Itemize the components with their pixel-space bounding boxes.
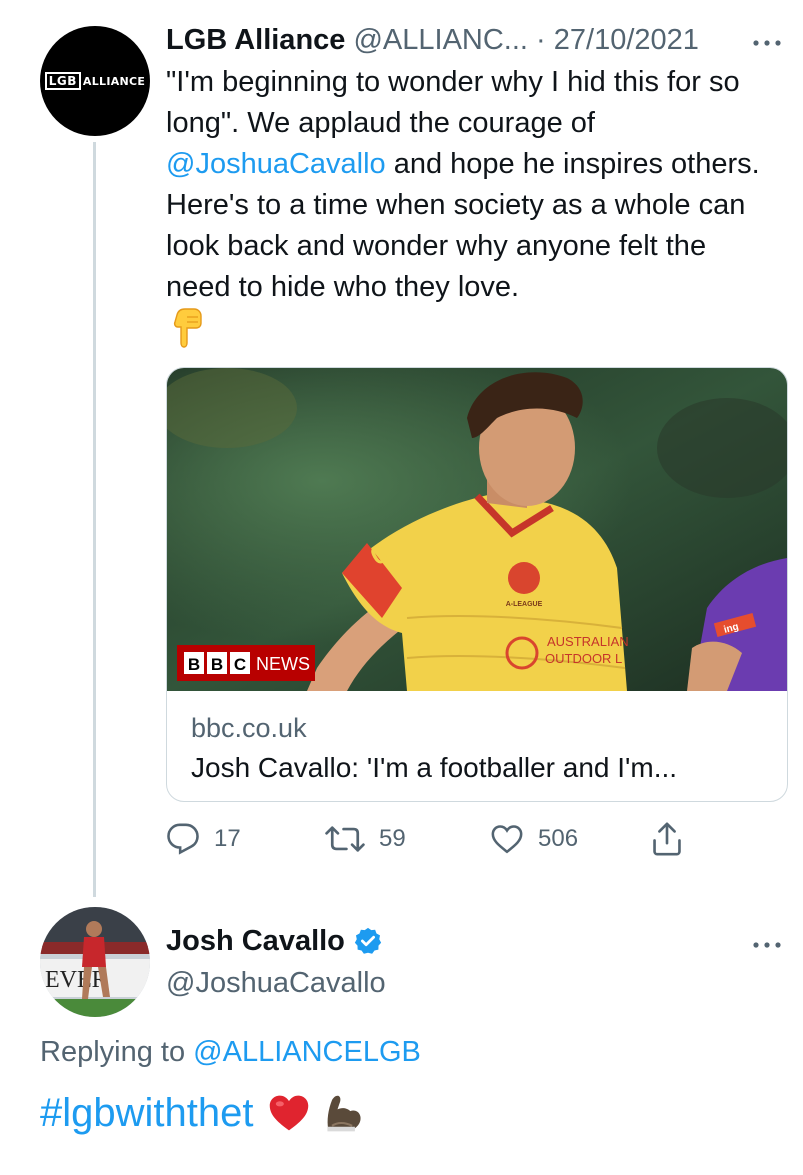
lgb-alliance-avatar[interactable]: LGB ALLIANCE	[40, 26, 150, 136]
reply-count: 17	[214, 825, 241, 852]
share-action[interactable]	[650, 818, 684, 860]
bbc-letter-3: C	[234, 655, 246, 674]
tweet2-text: #lgbwiththet	[40, 1088, 365, 1138]
more-options-icon[interactable]	[752, 24, 782, 55]
bbc-letter-2: B	[211, 655, 223, 674]
red-heart-emoji-icon	[270, 1095, 309, 1131]
separator-dot: ·	[536, 24, 546, 56]
tweet-text-part1: "I'm beginning to wonder why I hid this …	[166, 66, 740, 139]
logo-box-text: LGB	[44, 72, 81, 90]
article-preview-image: A-LEAGUE AUSTRALIAN OUTDOOR L 0 ing B B …	[167, 368, 787, 691]
verified-badge-icon	[354, 927, 382, 954]
hashtag-link[interactable]: #lgbwiththet	[40, 1088, 253, 1138]
retweet-count: 59	[379, 825, 406, 852]
replying-to-line: Replying to @ALLIANCELGB	[40, 1033, 421, 1071]
user-handle[interactable]: @ALLIANC...	[353, 24, 528, 56]
pointing-down-emoji-icon	[172, 307, 204, 349]
tweet-text: "I'm beginning to wonder why I hid this …	[166, 62, 776, 308]
display-name[interactable]: Josh Cavallo	[166, 922, 345, 960]
reply-action[interactable]: 17	[166, 818, 241, 860]
shirt-sponsor-text-2: OUTDOOR L	[545, 651, 622, 666]
mention-link[interactable]: @JoshuaCavallo	[166, 148, 386, 180]
like-count: 506	[538, 825, 579, 852]
card-domain: bbc.co.uk	[191, 713, 307, 743]
display-name[interactable]: LGB Alliance	[166, 24, 345, 56]
shirt-league-text: A-LEAGUE	[506, 601, 543, 608]
card-title[interactable]: Josh Cavallo: 'I'm a footballer and I'm.…	[191, 752, 677, 784]
retweet-action[interactable]: 59	[325, 818, 406, 860]
like-heart-icon[interactable]	[490, 822, 524, 856]
thread-connector-line	[93, 142, 96, 897]
replying-to-mention[interactable]: @ALLIANCELGB	[193, 1036, 421, 1068]
shirt-sponsor-text-1: AUSTRALIAN	[547, 634, 629, 649]
bbc-letter-1: B	[188, 655, 200, 674]
tweet2-header: Josh Cavallo	[166, 922, 383, 960]
replying-to-label: Replying to	[40, 1036, 194, 1068]
user-handle[interactable]: @JoshuaCavallo	[166, 964, 386, 1002]
share-icon[interactable]	[650, 821, 684, 857]
bbc-news-badge: B B C NEWS	[177, 645, 315, 681]
like-action[interactable]: 506	[490, 818, 578, 860]
flexed-biceps-emoji-icon	[327, 1095, 362, 1132]
avatar-board-text: EVER	[45, 967, 108, 993]
josh-cavallo-avatar[interactable]: EVER	[40, 907, 150, 1017]
retweet-icon[interactable]	[325, 822, 365, 856]
more-options-icon[interactable]	[752, 926, 782, 957]
link-preview-card[interactable]: A-LEAGUE AUSTRALIAN OUTDOOR L 0 ing B B …	[166, 367, 788, 802]
tweet-header: LGB Alliance @ALLIANC... · 27/10/2021	[166, 22, 699, 58]
tweet-date[interactable]: 27/10/2021	[554, 24, 699, 56]
avatar-photo: EVER	[40, 907, 150, 1017]
lgb-alliance-logo: LGB ALLIANCE	[44, 72, 146, 90]
logo-word-text: ALLIANCE	[82, 74, 146, 88]
reply-icon[interactable]	[166, 822, 200, 856]
bbc-news-word: NEWS	[256, 654, 310, 674]
